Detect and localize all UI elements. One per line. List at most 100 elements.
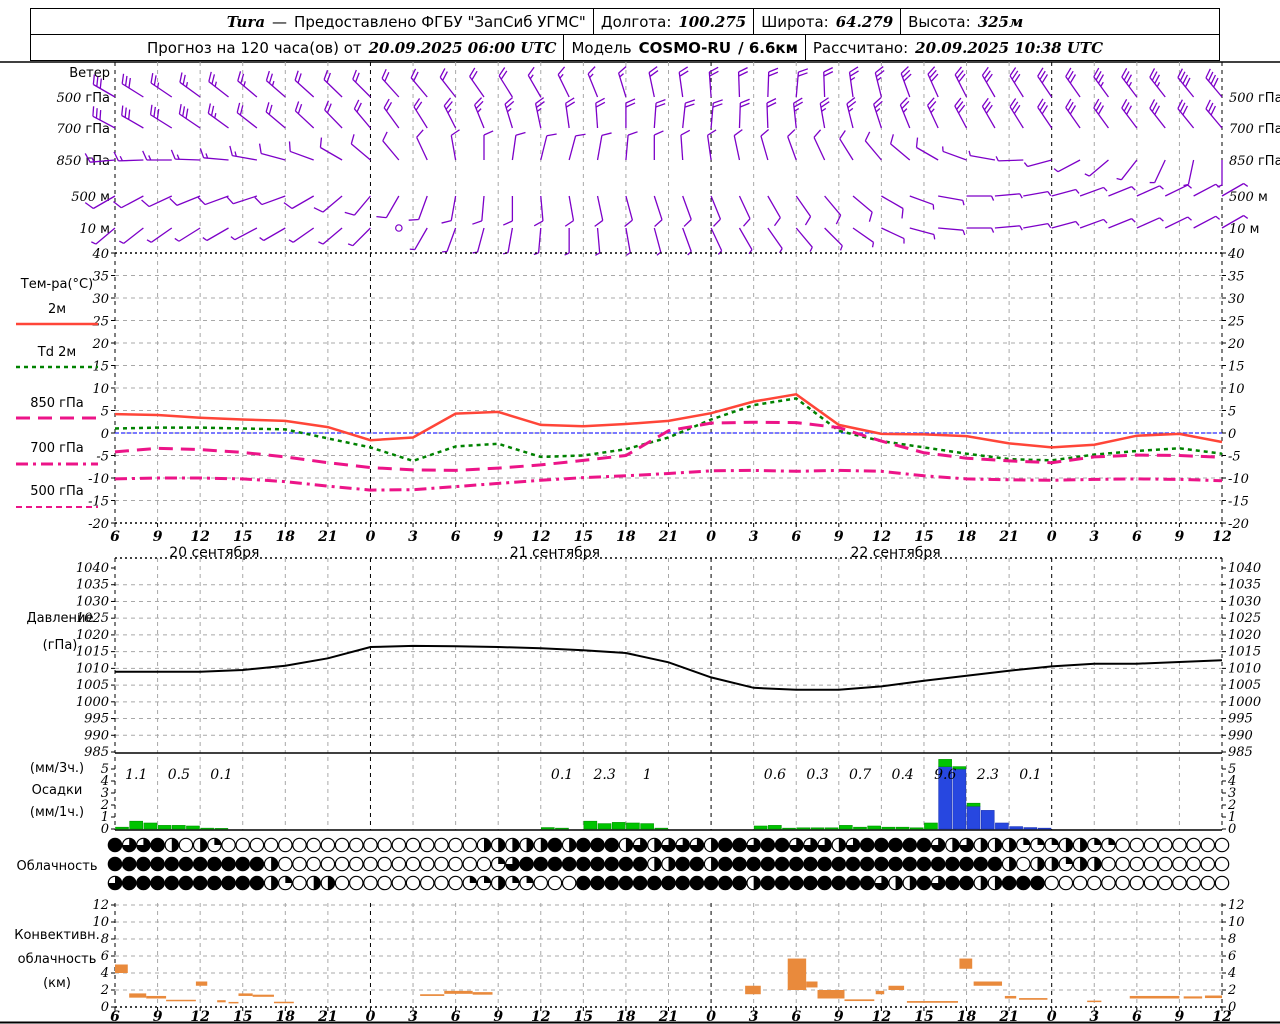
svg-text:2: 2 — [1227, 983, 1236, 998]
svg-text:20: 20 — [91, 337, 109, 352]
rain-bar — [540, 827, 555, 830]
cloud-symbol — [590, 837, 605, 853]
svg-text:40: 40 — [91, 247, 109, 262]
svg-text:1015: 1015 — [1228, 645, 1261, 660]
svg-text:5: 5 — [101, 405, 109, 420]
cloud-symbol — [760, 837, 776, 853]
cloud-symbol — [448, 837, 463, 853]
rain-bar — [796, 827, 811, 830]
svg-text:1010: 1010 — [1228, 661, 1261, 676]
svg-text:0: 0 — [1228, 427, 1236, 442]
svg-text:0: 0 — [706, 529, 716, 545]
cloud-symbol — [604, 837, 620, 853]
cloud-symbol — [973, 856, 989, 872]
cloud-symbol — [419, 856, 435, 872]
cloud-symbol — [717, 875, 733, 891]
cloud-symbol — [817, 875, 832, 891]
cloud-symbol — [632, 875, 648, 891]
convective-cloud-bar — [875, 990, 885, 995]
cloud-symbol — [1172, 856, 1187, 872]
cloud-symbol — [249, 856, 265, 872]
svg-text:2.3: 2.3 — [976, 767, 999, 783]
rain-bar — [839, 825, 853, 830]
svg-text:25: 25 — [91, 315, 109, 330]
svg-text:1020: 1020 — [76, 628, 109, 643]
svg-text:30: 30 — [1228, 292, 1245, 307]
cloud-symbol — [462, 856, 478, 872]
cloud-symbol — [192, 856, 208, 872]
cloud-symbol — [334, 837, 350, 853]
cloud-symbol — [803, 856, 818, 872]
svg-text:985: 985 — [84, 745, 109, 760]
cloud-symbol — [306, 856, 321, 872]
cloud-symbol — [221, 856, 236, 872]
cloud-symbol — [959, 875, 974, 891]
convective-cloud-bar — [444, 990, 473, 994]
svg-text:-10: -10 — [1228, 472, 1249, 487]
cloud-symbol — [235, 875, 251, 891]
svg-text:995: 995 — [84, 712, 109, 727]
svg-text:500 гПа: 500 гПа — [56, 91, 110, 106]
svg-text:0.1: 0.1 — [210, 767, 232, 783]
svg-text:15: 15 — [1228, 360, 1245, 375]
cloud-symbol — [533, 856, 549, 872]
svg-text:6: 6 — [791, 529, 801, 545]
cloud-symbol — [348, 856, 364, 872]
svg-text:0: 0 — [366, 529, 376, 545]
convective-cloud-bar — [238, 993, 253, 996]
svg-text:2.3: 2.3 — [593, 767, 616, 783]
cloud-symbol — [320, 856, 336, 872]
cloud-symbol — [661, 875, 676, 891]
svg-text:18: 18 — [957, 529, 977, 545]
svg-text:6: 6 — [110, 529, 120, 545]
cloud-symbol — [1115, 856, 1130, 872]
svg-text:4: 4 — [100, 966, 109, 981]
cloud-symbol — [405, 837, 421, 853]
cloud-symbol — [874, 837, 889, 853]
svg-text:9: 9 — [834, 529, 844, 545]
cloud-symbol — [348, 875, 364, 891]
convective-cloud-bar — [252, 994, 274, 997]
cloud-symbol — [959, 856, 974, 872]
svg-text:-5: -5 — [1228, 450, 1241, 465]
cloud-symbol — [561, 875, 577, 891]
svg-text:18: 18 — [616, 529, 636, 545]
rain-bar — [583, 820, 598, 830]
svg-text:(мм/1ч.): (мм/1ч.) — [30, 805, 84, 820]
cloud-symbol — [434, 875, 449, 891]
cloud-symbol — [207, 856, 222, 872]
convective-cloud-bar — [1019, 998, 1048, 1000]
svg-text:12: 12 — [1228, 898, 1245, 913]
cloud-symbol — [916, 837, 932, 853]
svg-text:12: 12 — [92, 898, 109, 913]
cloud-symbol — [774, 837, 790, 853]
convective-cloud-bar — [129, 993, 147, 998]
meteogram-chart: Ветер 500 гПа 500 гПа 700 гПа 700 гПа 850 гПа… — [0, 61, 1280, 1024]
cloud-symbol — [1030, 875, 1045, 891]
convective-cloud-bar — [906, 1001, 959, 1003]
rain-bar — [171, 825, 186, 830]
svg-text:1035: 1035 — [1228, 578, 1261, 593]
convective-cloud-bar — [844, 999, 875, 1002]
convective-cloud-bar — [745, 985, 761, 995]
cloud-symbol — [348, 837, 364, 853]
cloud-symbol — [1115, 837, 1130, 853]
cloud-symbol — [1172, 837, 1187, 853]
cloud-symbol — [547, 875, 563, 891]
svg-text:облачность: облачность — [18, 952, 97, 967]
snow-bar — [1023, 827, 1038, 830]
cloud-symbol — [519, 856, 534, 872]
cloud-symbol — [1214, 837, 1230, 853]
svg-text:500 м: 500 м — [1229, 190, 1268, 205]
cloud-symbol — [1072, 875, 1088, 891]
svg-text:(гПа): (гПа) — [43, 638, 78, 653]
cloud-symbol — [476, 856, 492, 872]
cloud-symbol — [576, 837, 591, 853]
convective-cloud-bar — [1129, 995, 1180, 999]
cloud-symbol — [405, 875, 421, 891]
svg-text:1005: 1005 — [76, 678, 109, 693]
cloud-symbol — [788, 856, 804, 872]
cloud-symbol — [675, 856, 690, 872]
svg-text:Облачность: Облачность — [16, 859, 97, 874]
rain-bar — [782, 827, 796, 830]
